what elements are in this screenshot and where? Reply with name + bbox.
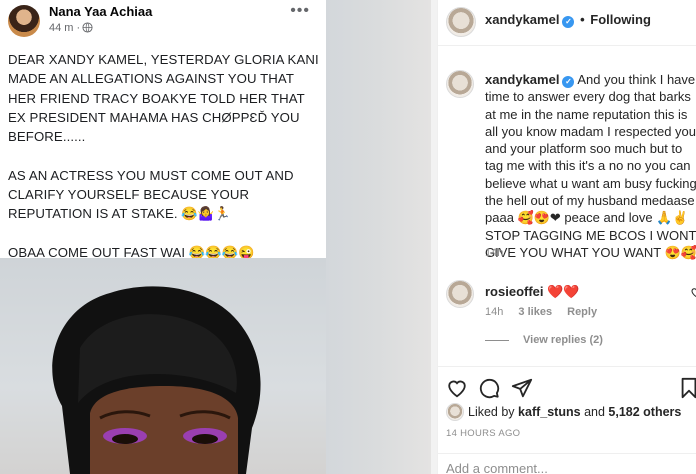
fb-post-time[interactable]: 44 m · bbox=[49, 22, 80, 34]
ellipsis-icon[interactable]: ••• bbox=[290, 2, 310, 20]
fb-author-avatar[interactable] bbox=[8, 5, 40, 37]
comment-like-heart-icon[interactable] bbox=[690, 286, 696, 298]
ig-comment-meta: 14h 3 likes Reply bbox=[485, 306, 609, 318]
ig-author-username[interactable]: xandykamel bbox=[485, 12, 559, 27]
add-comment-bar bbox=[438, 453, 696, 474]
add-comment-input[interactable] bbox=[446, 461, 646, 474]
ig-caption-username[interactable]: xandykamel bbox=[485, 72, 559, 87]
fb-paragraph: AS AN ACTRESS YOU MUST COME OUT AND CLAR… bbox=[8, 167, 294, 222]
ig-comment-text: ❤️❤️ bbox=[547, 284, 580, 299]
ig-caption-time[interactable]: 14h bbox=[485, 247, 503, 259]
portrait-illustration bbox=[52, 286, 261, 474]
fb-post-text: DEAR XANDY KAMEL, YESTERDAY GLORIA KANI … bbox=[8, 50, 322, 282]
heart-icon[interactable] bbox=[446, 377, 468, 399]
reply-button[interactable]: Reply bbox=[567, 306, 597, 318]
ig-post-header: xandykamel ✓ • Following bbox=[438, 0, 696, 46]
liked-by-conj: and bbox=[584, 405, 605, 419]
ig-commenter-avatar[interactable] bbox=[446, 280, 474, 308]
fb-author-name[interactable]: Nana Yaa Achiaa bbox=[49, 4, 152, 19]
liked-by-prefix: Liked by bbox=[468, 405, 515, 419]
verified-badge-icon: ✓ bbox=[562, 16, 575, 28]
instagram-post-panel: xandykamel ✓ • Following xandykamel ✓ And … bbox=[437, 0, 696, 474]
ig-liked-by: Liked by kaff_stuns and 5,182 others bbox=[468, 405, 681, 419]
ig-comment-time[interactable]: 14h bbox=[485, 306, 503, 318]
comment-icon[interactable] bbox=[478, 377, 500, 399]
liked-by-user[interactable]: kaff_stuns bbox=[518, 405, 581, 419]
liked-by-avatar[interactable] bbox=[446, 403, 464, 421]
ig-header-line: xandykamel ✓ • Following bbox=[485, 12, 651, 28]
background-image-strip bbox=[326, 0, 431, 474]
following-button[interactable]: Following bbox=[590, 12, 651, 27]
ig-comment-likes[interactable]: 3 likes bbox=[518, 306, 552, 318]
ig-author-avatar[interactable] bbox=[446, 7, 476, 37]
likes-count[interactable]: 5,182 others bbox=[608, 405, 681, 419]
fb-post-header: Nana Yaa Achiaa 44 m · ••• bbox=[0, 0, 326, 40]
facebook-post: Nana Yaa Achiaa 44 m · ••• DEAR XANDY KA… bbox=[0, 0, 326, 474]
globe-icon bbox=[82, 22, 93, 33]
ig-post-date[interactable]: 14 HOURS AGO bbox=[446, 428, 520, 439]
view-replies-button[interactable]: View replies (2) bbox=[485, 334, 603, 346]
ig-caption: xandykamel ✓ And you think I have time to… bbox=[485, 71, 696, 261]
ig-commenter-username[interactable]: rosieoffei bbox=[485, 284, 544, 299]
fb-post-photo[interactable] bbox=[0, 258, 326, 474]
ig-caption-avatar[interactable] bbox=[446, 70, 474, 98]
separator: • bbox=[580, 12, 585, 27]
verified-badge-icon: ✓ bbox=[562, 76, 575, 88]
bookmark-icon[interactable] bbox=[678, 377, 696, 399]
ig-actions-section: Liked by kaff_stuns and 5,182 others 14 … bbox=[438, 366, 696, 474]
ig-caption-text: And you think I have time to answer ever… bbox=[485, 72, 696, 260]
share-icon[interactable] bbox=[511, 377, 533, 399]
fb-paragraph: DEAR XANDY KAMEL, YESTERDAY GLORIA KANI … bbox=[8, 52, 319, 145]
ig-comment: rosieoffei ❤️❤️ bbox=[485, 284, 580, 300]
